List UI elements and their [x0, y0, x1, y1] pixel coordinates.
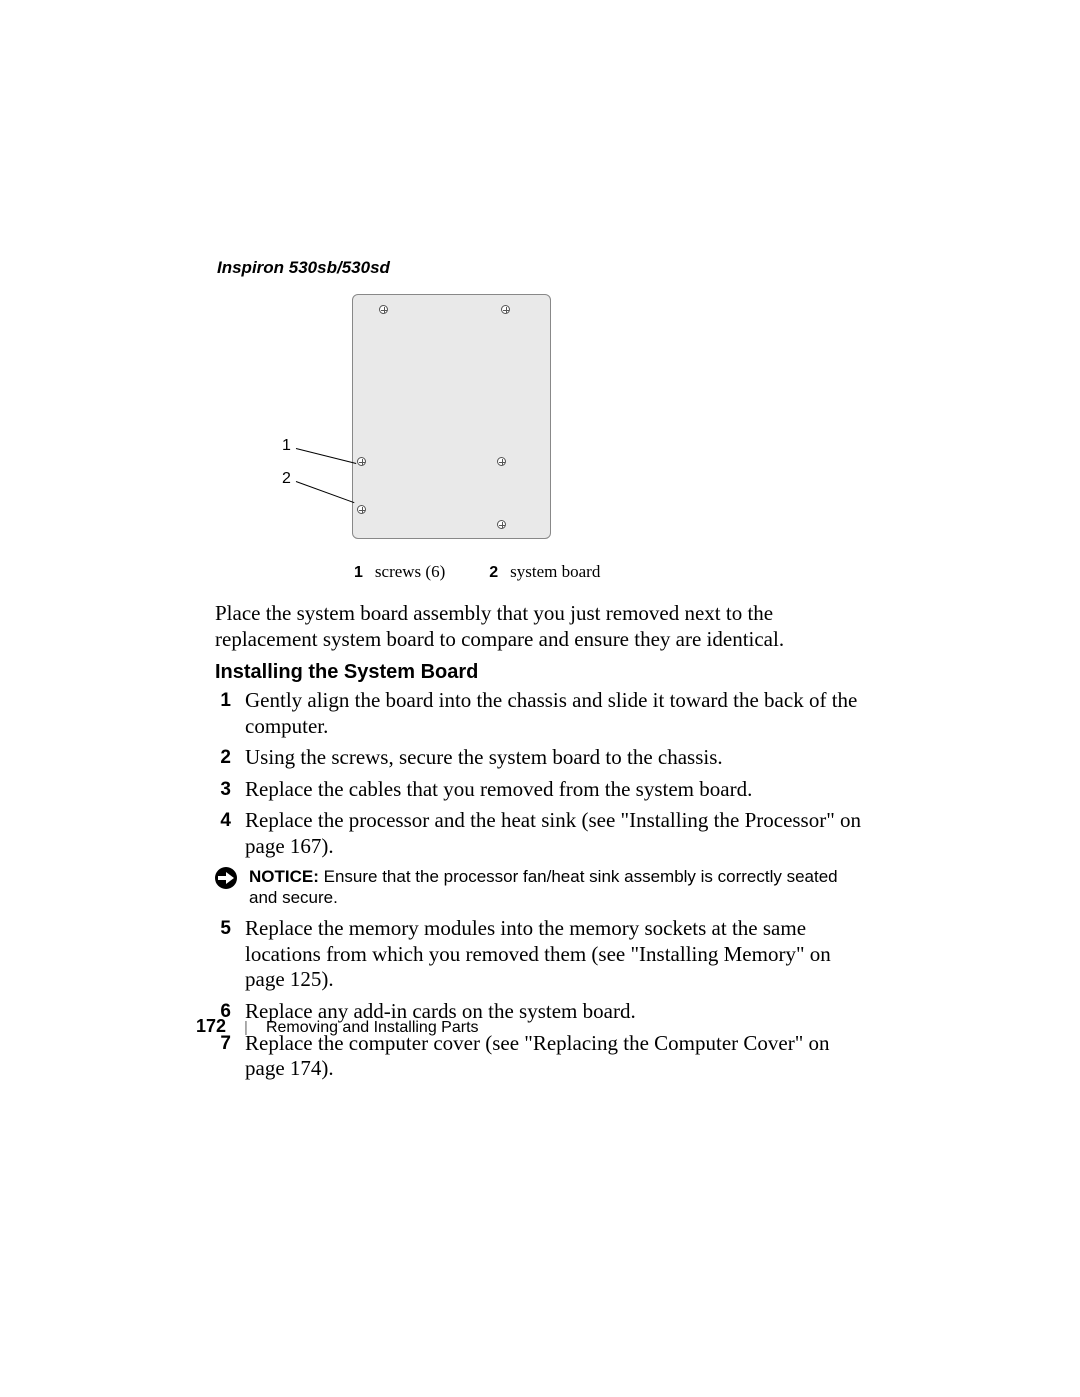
footer-divider: | [244, 1019, 248, 1036]
screw-icon [497, 520, 506, 529]
step-text: Replace the memory modules into the memo… [245, 916, 870, 993]
leader-line [296, 448, 356, 464]
step-number: 4 [215, 808, 231, 859]
step-number: 3 [215, 777, 231, 803]
diagram-callout-1: 1 [282, 437, 291, 455]
model-header: Inspiron 530sb/530sd [217, 258, 390, 278]
notice-callout: NOTICE: Ensure that the processor fan/he… [215, 866, 870, 909]
notice-arrow-icon [215, 867, 237, 889]
screw-icon [497, 457, 506, 466]
section-heading: Installing the System Board [215, 661, 478, 684]
legend-number: 1 [354, 564, 363, 582]
step-number: 2 [215, 745, 231, 771]
screw-icon [379, 305, 388, 314]
notice-text: NOTICE: Ensure that the processor fan/he… [249, 866, 870, 909]
screw-icon [357, 457, 366, 466]
step-text: Replace the computer cover (see "Replaci… [245, 1031, 870, 1082]
diagram-callout-2: 2 [282, 470, 291, 488]
screw-icon [501, 305, 510, 314]
list-item: 2 Using the screws, secure the system bo… [215, 745, 870, 771]
intro-paragraph: Place the system board assembly that you… [215, 601, 865, 652]
notice-label: NOTICE: [249, 867, 319, 886]
step-text: Using the screws, secure the system boar… [245, 745, 870, 771]
system-board-diagram [352, 294, 551, 539]
legend-text: screws (6) [375, 562, 445, 582]
page-footer: 172 | Removing and Installing Parts [196, 1016, 479, 1037]
diagram-legend: 1 screws (6) 2 system board [354, 562, 600, 582]
step-number: 5 [215, 916, 231, 993]
list-item: 1 Gently align the board into the chassi… [215, 688, 870, 739]
list-item: 5 Replace the memory modules into the me… [215, 916, 870, 993]
leader-line [296, 481, 355, 503]
step-text: Replace the processor and the heat sink … [245, 808, 870, 859]
step-number: 1 [215, 688, 231, 739]
step-text: Gently align the board into the chassis … [245, 688, 870, 739]
screw-icon [357, 505, 366, 514]
legend-text: system board [510, 562, 600, 582]
page-number: 172 [196, 1016, 226, 1037]
legend-number: 2 [489, 564, 498, 582]
step-number: 7 [215, 1031, 231, 1082]
list-item: 7 Replace the computer cover (see "Repla… [215, 1031, 870, 1082]
footer-section-name: Removing and Installing Parts [266, 1019, 479, 1037]
list-item: 3 Replace the cables that you removed fr… [215, 777, 870, 803]
list-item: 4 Replace the processor and the heat sin… [215, 808, 870, 859]
manual-page: Inspiron 530sb/530sd 1 2 1 screws (6) 2 … [0, 0, 1080, 1397]
step-text: Replace the cables that you removed from… [245, 777, 870, 803]
notice-body: Ensure that the processor fan/heat sink … [249, 867, 838, 907]
